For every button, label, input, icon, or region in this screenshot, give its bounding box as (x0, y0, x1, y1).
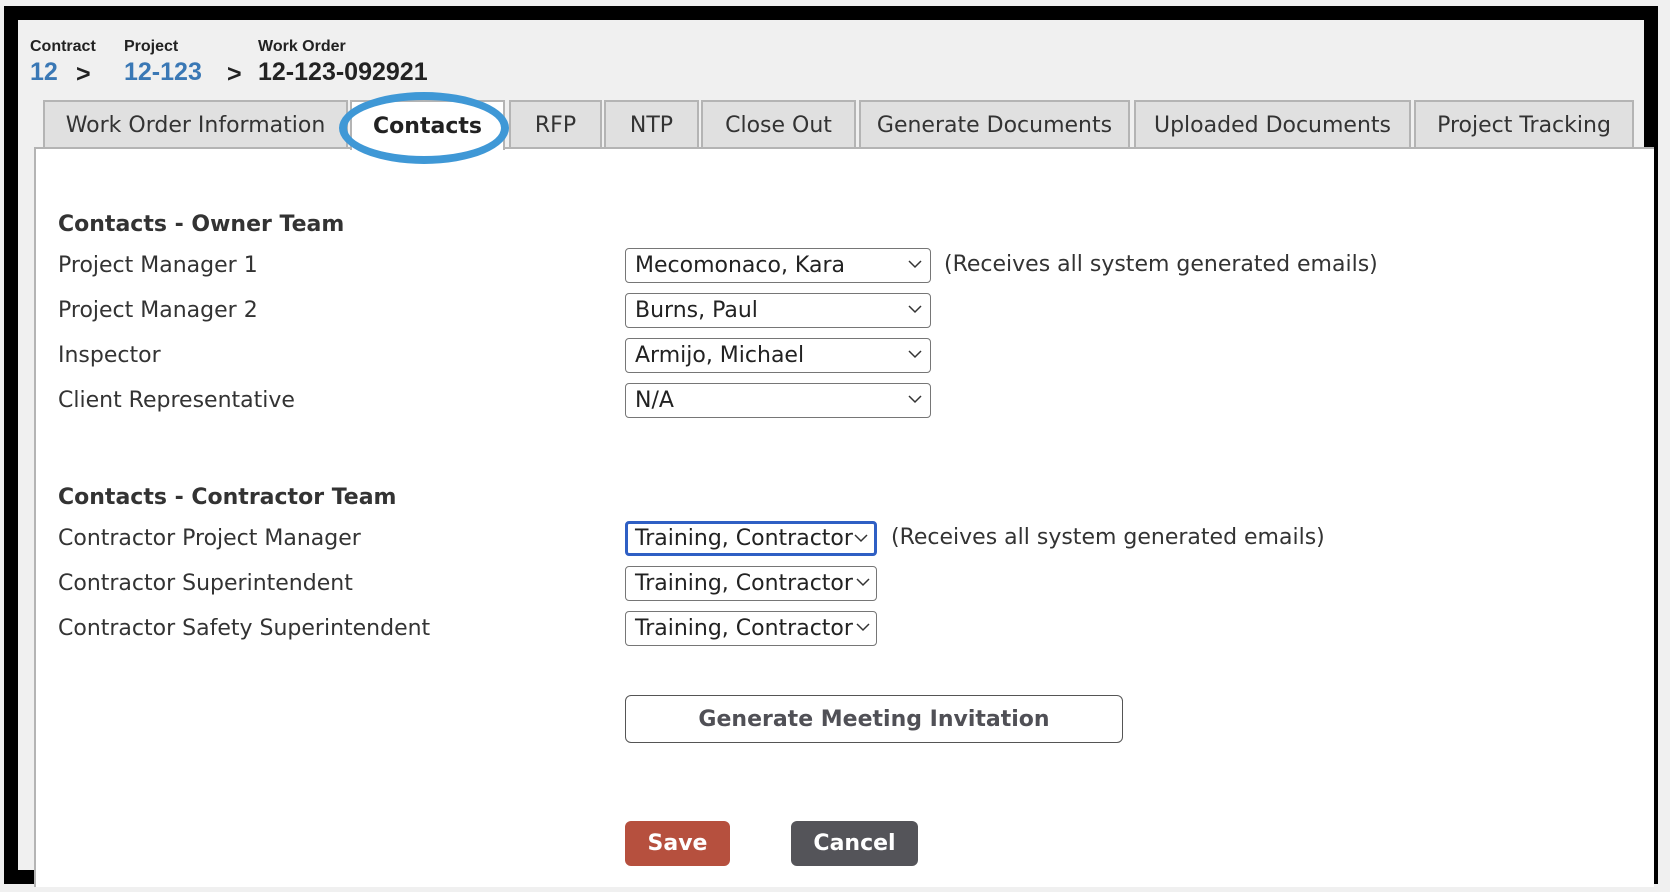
project-manager-1-label: Project Manager 1 (58, 253, 258, 278)
inspector-label: Inspector (58, 343, 161, 368)
client-representative-value: N/A (635, 388, 674, 413)
tab-generate-documents[interactable]: Generate Documents (859, 100, 1130, 148)
chevron-down-icon (908, 260, 922, 269)
tab-ntp[interactable]: NTP (604, 100, 699, 148)
chevron-down-icon (856, 623, 870, 632)
project-manager-2-value: Burns, Paul (635, 298, 758, 323)
project-manager-1-select[interactable]: Mecomonaco, Kara (625, 248, 931, 283)
breadcrumb-project-link[interactable]: 12-123 (124, 58, 202, 87)
cancel-button[interactable]: Cancel (791, 821, 918, 866)
project-manager-2-select[interactable]: Burns, Paul (625, 293, 931, 328)
client-representative-label: Client Representative (58, 388, 295, 413)
tab-rfp[interactable]: RFP (509, 100, 602, 148)
inspector-select[interactable]: Armijo, Michael (625, 338, 931, 373)
breadcrumb-contract-label: Contract (30, 38, 96, 55)
contractor-superintendent-label: Contractor Superintendent (58, 571, 353, 596)
client-representative-select[interactable]: N/A (625, 383, 931, 418)
contractor-safety-superintendent-value: Training, Contractor (635, 616, 853, 641)
owner-team-heading: Contacts - Owner Team (58, 212, 345, 237)
breadcrumb-project: Project 12-123 (124, 38, 202, 87)
chevron-down-icon (908, 305, 922, 314)
contractor-safety-superintendent-label: Contractor Safety Superintendent (58, 616, 431, 641)
tab-close-out[interactable]: Close Out (701, 100, 856, 148)
contractor-project-manager-value: Training, Contractor (635, 526, 853, 551)
breadcrumb-work-order-label: Work Order (258, 38, 346, 55)
chevron-down-icon (856, 578, 870, 587)
contractor-superintendent-select[interactable]: Training, Contractor (625, 566, 877, 601)
save-button[interactable]: Save (625, 821, 730, 866)
generate-meeting-invitation-button[interactable]: Generate Meeting Invitation (625, 695, 1123, 743)
project-manager-2-label: Project Manager 2 (58, 298, 258, 323)
breadcrumb-separator: > (227, 60, 242, 88)
breadcrumb-work-order: Work Order 12-123-092921 (258, 38, 428, 87)
contractor-team-heading: Contacts - Contractor Team (58, 485, 397, 510)
contractor-safety-superintendent-select[interactable]: Training, Contractor (625, 611, 877, 646)
inspector-value: Armijo, Michael (635, 343, 805, 368)
chevron-down-icon (908, 350, 922, 359)
contractor-project-manager-note: (Receives all system generated emails) (891, 525, 1325, 550)
tab-contacts[interactable]: Contacts (350, 100, 505, 150)
project-manager-1-value: Mecomonaco, Kara (635, 253, 845, 278)
tab-uploaded-documents[interactable]: Uploaded Documents (1134, 100, 1411, 148)
project-manager-1-note: (Receives all system generated emails) (944, 252, 1378, 277)
breadcrumb-project-label: Project (124, 38, 179, 55)
breadcrumb-separator: > (76, 60, 91, 88)
breadcrumb-work-order-value: 12-123-092921 (258, 58, 428, 86)
tab-project-tracking[interactable]: Project Tracking (1414, 100, 1634, 148)
contacts-panel: Contacts - Owner Team Project Manager 1 … (34, 147, 1654, 887)
contractor-project-manager-select[interactable]: Training, Contractor (625, 521, 877, 556)
chevron-down-icon (908, 395, 922, 404)
contractor-project-manager-label: Contractor Project Manager (58, 526, 361, 551)
tab-work-order-information[interactable]: Work Order Information (43, 100, 348, 148)
contractor-superintendent-value: Training, Contractor (635, 571, 853, 596)
chevron-down-icon (854, 534, 868, 543)
